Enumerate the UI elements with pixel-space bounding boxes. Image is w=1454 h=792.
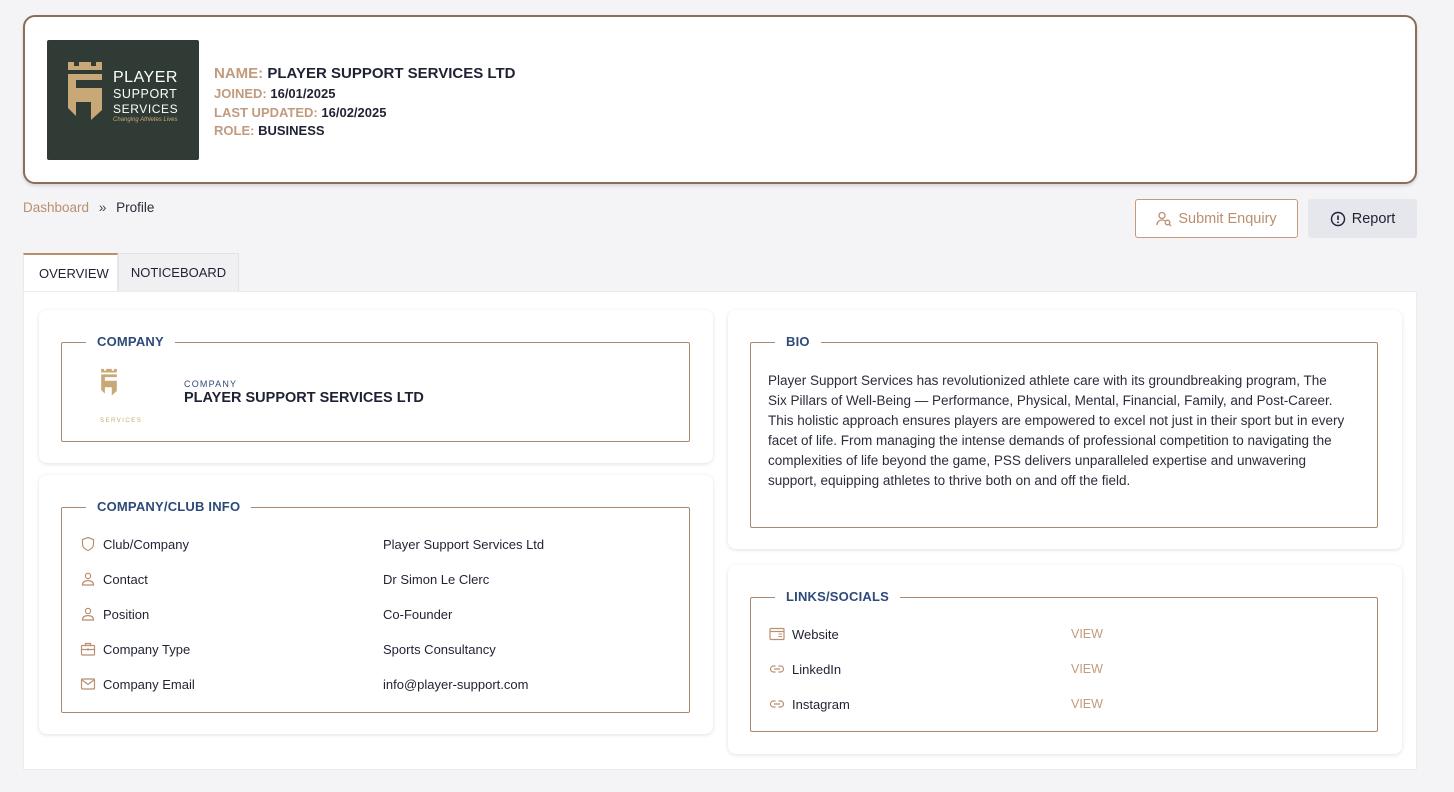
info-value: Co-Founder: [383, 607, 453, 622]
submit-enquiry-label: Submit Enquiry: [1178, 210, 1277, 227]
bio-card: BIO Player Support Services has revoluti…: [728, 310, 1402, 549]
link-row-instagram: Instagram VIEW: [769, 696, 1367, 716]
logo-tagline: Changing Athletes Lives: [113, 116, 178, 123]
instagram-view-link[interactable]: VIEW: [1071, 697, 1103, 711]
info-label: Position: [103, 607, 150, 622]
logo-line2: SUPPORT: [113, 87, 178, 101]
profile-tabs: OVERVIEW NOTICEBOARD: [23, 253, 239, 291]
role-value: BUSINESS: [258, 123, 325, 138]
bio-legend: BIO: [775, 334, 821, 349]
info-label: Company Type: [103, 642, 191, 657]
joined-row: JOINED: 16/01/2025: [214, 85, 515, 104]
company-info-card: COMPANY/CLUB INFO Club/Company Player Su…: [39, 475, 713, 734]
link-label: LinkedIn: [792, 662, 842, 677]
company-info-fieldset: COMPANY/CLUB INFO Club/Company Player Su…: [61, 499, 690, 713]
company-fieldset: COMPANY SERVICES COMPANY PLAYER SUPPORT …: [61, 334, 690, 442]
updated-label: LAST UPDATED:: [214, 104, 318, 120]
briefcase-icon: [80, 642, 96, 656]
linkedin-view-link[interactable]: VIEW: [1071, 662, 1103, 676]
joined-value: 16/01/2025: [270, 86, 336, 101]
info-value: info@player-support.com: [383, 677, 529, 692]
user-search-icon: [1156, 211, 1172, 226]
website-view-link[interactable]: VIEW: [1071, 627, 1103, 641]
breadcrumb-separator: »: [98, 200, 107, 215]
info-value: Player Support Services Ltd: [383, 537, 545, 552]
link-row-website: Website VIEW: [769, 626, 1367, 646]
role-label: ROLE:: [214, 123, 255, 138]
bio-fieldset: BIO Player Support Services has revoluti…: [750, 334, 1378, 528]
logo-line1: PLAYER: [113, 69, 178, 86]
info-row-position: Position Co-Founder: [80, 606, 679, 626]
mail-icon: [80, 678, 96, 690]
info-label: Club/Company: [103, 537, 189, 552]
joined-label: JOINED:: [214, 86, 267, 101]
links-legend: LINKS/SOCIALS: [775, 589, 900, 604]
overview-panel: COMPANY SERVICES COMPANY PLAYER SUPPORT …: [23, 291, 1417, 770]
info-row-club: Club/Company Player Support Services Ltd: [80, 536, 679, 556]
breadcrumb: Dashboard » Profile: [23, 200, 154, 215]
info-label: Company Email: [103, 677, 195, 692]
profile-meta: NAME: PLAYER SUPPORT SERVICES LTD JOINED…: [214, 63, 515, 141]
company-thumbnail-caption: SERVICES: [100, 418, 143, 424]
link-icon: [769, 700, 785, 708]
breadcrumb-dashboard-link[interactable]: Dashboard: [23, 200, 89, 215]
updated-row: LAST UPDATED: 16/02/2025: [214, 104, 515, 123]
link-label: Website: [792, 627, 839, 642]
name-row: NAME: PLAYER SUPPORT SERVICES LTD: [214, 63, 515, 85]
links-fieldset: LINKS/SOCIALS Website VIEW LinkedIn VIEW…: [750, 589, 1378, 732]
submit-enquiry-button[interactable]: Submit Enquiry: [1135, 199, 1298, 238]
company-info-legend: COMPANY/CLUB INFO: [86, 499, 252, 514]
company-name: PLAYER SUPPORT SERVICES LTD: [184, 390, 424, 406]
role-row: ROLE: BUSINESS: [214, 122, 515, 141]
pss-crest-icon: [68, 62, 102, 120]
link-row-linkedin: LinkedIn VIEW: [769, 661, 1367, 681]
browser-icon: [769, 627, 785, 641]
bio-text: Player Support Services has revolutioniz…: [768, 373, 1345, 488]
tab-overview[interactable]: OVERVIEW: [23, 253, 118, 291]
company-sub-label: COMPANY: [184, 379, 238, 389]
info-row-email: Company Email info@player-support.com: [80, 676, 679, 696]
breadcrumb-current: Profile: [116, 200, 155, 215]
company-card: COMPANY SERVICES COMPANY PLAYER SUPPORT …: [39, 310, 713, 463]
company-legend: COMPANY: [86, 334, 175, 349]
profile-header-card: PLAYER SUPPORT SERVICES Changing Athlete…: [23, 15, 1417, 184]
shield-icon: [81, 536, 95, 552]
info-row-contact: Contact Dr Simon Le Clerc: [80, 571, 679, 591]
tab-noticeboard[interactable]: NOTICEBOARD: [118, 253, 239, 291]
report-button[interactable]: Report: [1308, 199, 1417, 238]
company-logo: PLAYER SUPPORT SERVICES Changing Athlete…: [47, 40, 199, 160]
info-value: Sports Consultancy: [383, 642, 496, 657]
name-label: NAME:: [214, 65, 264, 82]
info-row-type: Company Type Sports Consultancy: [80, 641, 679, 661]
name-value: PLAYER SUPPORT SERVICES LTD: [267, 65, 516, 82]
person-icon: [81, 607, 95, 621]
link-label: Instagram: [792, 697, 850, 712]
info-label: Contact: [103, 572, 148, 587]
company-thumbnail: SERVICES: [78, 365, 141, 427]
links-card: LINKS/SOCIALS Website VIEW LinkedIn VIEW…: [728, 565, 1402, 754]
link-icon: [769, 665, 785, 673]
person-icon: [81, 572, 95, 586]
updated-value: 16/02/2025: [321, 104, 387, 120]
info-value: Dr Simon Le Clerc: [383, 572, 490, 587]
alert-circle-icon: [1330, 211, 1345, 226]
logo-line3: SERVICES: [113, 101, 179, 116]
pss-crest-small-icon: [101, 368, 117, 396]
report-label: Report: [1351, 210, 1396, 227]
